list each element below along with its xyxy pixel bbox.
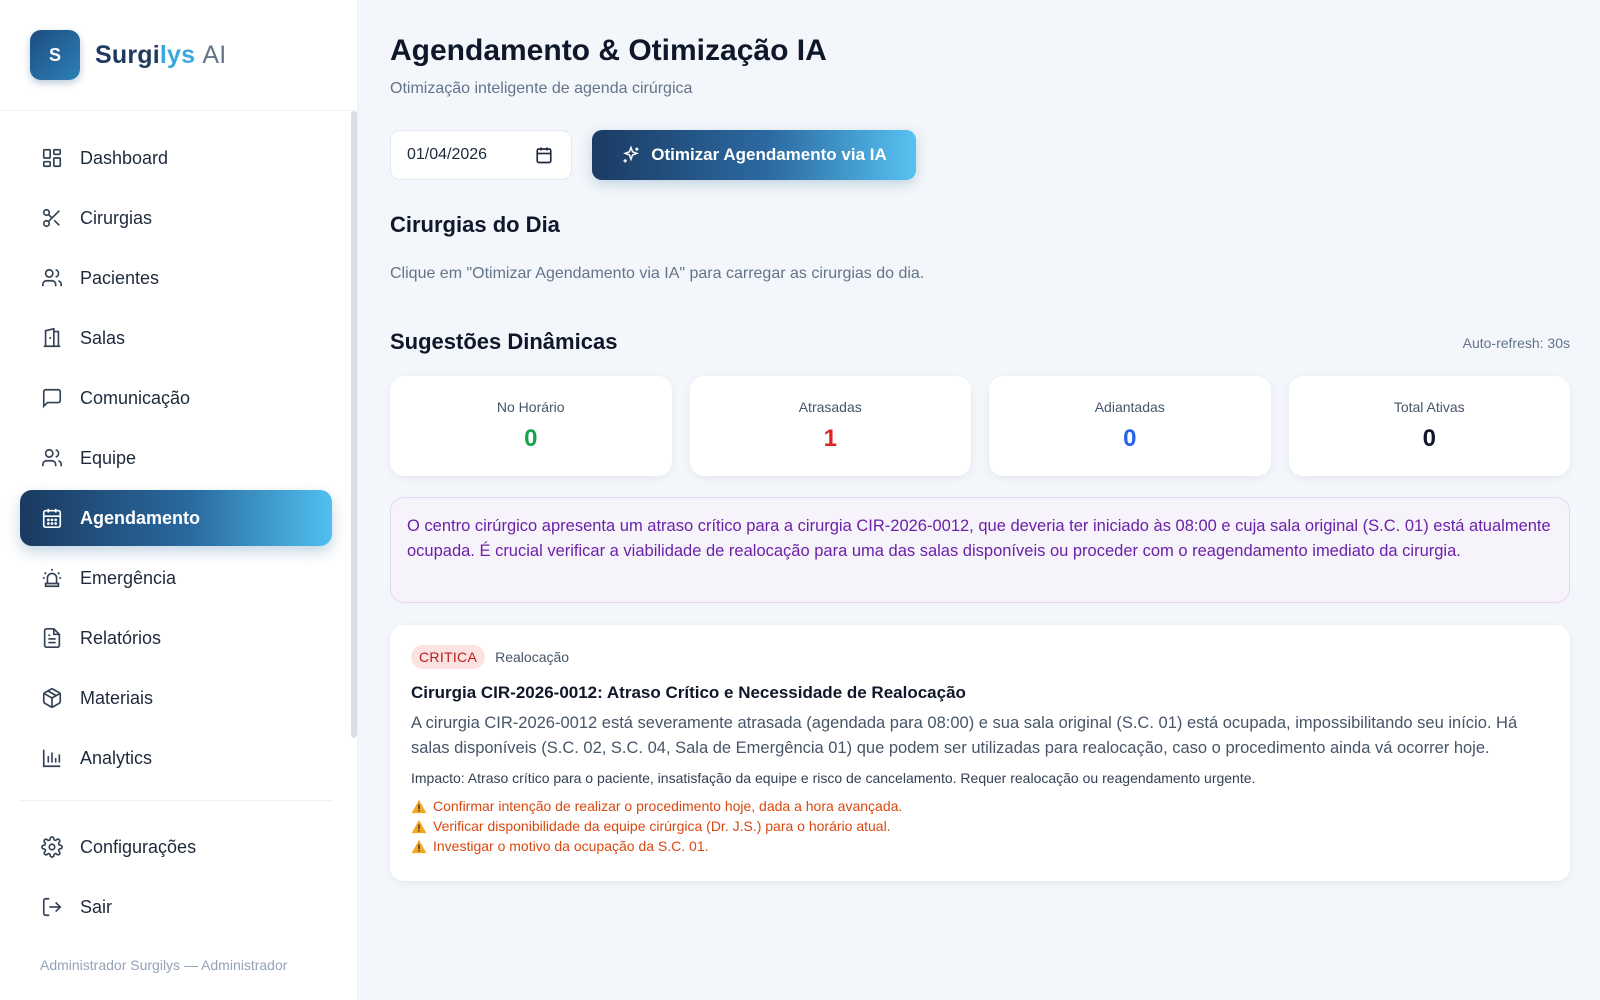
sidebar: S Surgilys AI Dashboard Cirurgias Pacien…	[0, 0, 358, 1000]
calendar-picker-icon[interactable]	[535, 146, 553, 169]
file-text-icon	[40, 626, 64, 650]
suggestion-type: Realocação	[495, 649, 570, 665]
sidebar-item-equipe[interactable]: Equipe	[20, 430, 332, 486]
calendar-icon	[40, 506, 64, 530]
sparkles-icon	[621, 145, 641, 165]
sidebar-item-label: Materiais	[80, 687, 154, 708]
sidebar-nav: Dashboard Cirurgias Pacientes Salas Comu…	[20, 130, 332, 790]
stat-card-total-active: Total Ativas 0	[1288, 376, 1570, 476]
brand-name-part2: lys	[159, 40, 196, 69]
sidebar-bottom-nav: Configurações Sair	[20, 800, 332, 939]
sidebar-item-label: Comunicação	[80, 387, 191, 408]
sidebar-item-cirurgias[interactable]: Cirurgias	[20, 190, 332, 246]
sidebar-item-dashboard[interactable]: Dashboard	[20, 130, 332, 186]
sidebar-item-materiais[interactable]: Materiais	[20, 670, 332, 726]
brand: S Surgilys AI	[0, 0, 357, 111]
sidebar-item-emergencia[interactable]: Emergência	[20, 550, 332, 606]
stat-value: 0	[1123, 425, 1137, 452]
suggestion-impact: Impacto: Atraso crítico para o paciente,…	[411, 770, 1256, 786]
sidebar-item-sair[interactable]: Sair	[20, 879, 332, 935]
message-icon	[40, 386, 64, 410]
suggestions-section-title: Sugestões Dinâmicas	[390, 329, 618, 354]
date-value: 01/04/2026	[407, 146, 488, 163]
action-item: Investigar o motivo da ocupação da S.C. …	[411, 836, 1549, 856]
sidebar-item-label: Agendamento	[80, 507, 201, 528]
warning-icon	[411, 819, 427, 834]
sidebar-item-analytics[interactable]: Analytics	[20, 730, 332, 786]
stat-label: No Horário	[496, 399, 565, 415]
bar-chart-icon	[40, 746, 64, 770]
stat-label: Adiantadas	[1094, 399, 1165, 415]
logout-icon	[40, 895, 64, 919]
stat-value: 0	[1422, 425, 1436, 452]
current-user: Administrador Surgilys — Administrador	[40, 957, 288, 973]
siren-icon	[40, 566, 64, 590]
page-title: Agendamento & Otimização IA	[390, 34, 827, 67]
sidebar-item-label: Sair	[80, 896, 113, 917]
brand-name-part1: Surgi	[95, 40, 160, 69]
sidebar-item-label: Pacientes	[80, 267, 160, 288]
surgeries-hint: Clique em "Otimizar Agendamento via IA" …	[390, 265, 925, 282]
stat-label: Atrasadas	[798, 399, 862, 415]
sidebar-item-label: Cirurgias	[80, 207, 153, 228]
stat-card-ahead: Adiantadas 0	[989, 376, 1271, 476]
dashboard-icon	[40, 146, 64, 170]
sidebar-item-configuracoes[interactable]: Configurações	[20, 819, 332, 875]
brand-name-suffix: AI	[202, 40, 227, 69]
surgeries-section-title: Cirurgias do Dia	[390, 212, 560, 237]
action-text: Confirmar intenção de realizar o procedi…	[433, 798, 903, 814]
stat-card-on-time: No Horário 0	[390, 376, 672, 476]
warning-icon	[411, 839, 427, 854]
sidebar-item-label: Dashboard	[80, 147, 169, 168]
warning-icon	[411, 799, 427, 814]
door-icon	[40, 326, 64, 350]
sidebar-item-label: Configurações	[80, 836, 197, 857]
suggestion-title: Cirurgia CIR-2026-0012: Atraso Crítico e…	[411, 683, 966, 702]
users-icon	[40, 266, 64, 290]
sidebar-item-label: Analytics	[80, 747, 153, 768]
sidebar-item-pacientes[interactable]: Pacientes	[20, 250, 332, 306]
action-text: Verificar disponibilidade da equipe cirú…	[433, 818, 891, 834]
sidebar-item-label: Relatórios	[80, 627, 162, 648]
sidebar-scrollbar[interactable]	[351, 111, 357, 738]
action-text: Investigar o motivo da ocupação da S.C. …	[433, 838, 709, 854]
package-icon	[40, 686, 64, 710]
sidebar-item-comunicacao[interactable]: Comunicação	[20, 370, 332, 426]
auto-refresh-indicator: Auto-refresh: 30s	[1462, 335, 1570, 351]
sidebar-item-relatorios[interactable]: Relatórios	[20, 610, 332, 666]
ai-summary-alert: O centro cirúrgico apresenta um atraso c…	[390, 497, 1570, 603]
suggestion-description: A cirurgia CIR-2026-0012 está severament…	[411, 714, 1518, 757]
optimize-schedule-button[interactable]: Otimizar Agendamento via IA	[592, 130, 916, 180]
sidebar-item-salas[interactable]: Salas	[20, 310, 332, 366]
priority-badge: CRITICA	[411, 645, 486, 669]
date-picker[interactable]: 01/04/2026	[390, 130, 572, 180]
sidebar-item-label: Equipe	[80, 447, 137, 468]
suggestion-card: CRITICA Realocação Cirurgia CIR-2026-001…	[390, 625, 1570, 881]
stats-row: No Horário 0 Atrasadas 1 Adiantadas 0 To…	[390, 376, 1570, 476]
stat-label: Total Ativas	[1393, 399, 1465, 415]
suggestion-header: CRITICA Realocação	[411, 645, 1549, 669]
sidebar-item-label: Salas	[80, 327, 126, 348]
action-item: Confirmar intenção de realizar o procedi…	[411, 796, 1549, 816]
stat-card-delayed: Atrasadas 1	[689, 376, 971, 476]
action-item: Verificar disponibilidade da equipe cirú…	[411, 816, 1549, 836]
brand-name: Surgilys AI	[95, 41, 226, 70]
team-icon	[40, 446, 64, 470]
gear-icon	[40, 835, 64, 859]
suggestion-actions: Confirmar intenção de realizar o procedi…	[411, 796, 1549, 856]
optimize-button-label: Otimizar Agendamento via IA	[651, 145, 887, 164]
sidebar-item-agendamento[interactable]: Agendamento	[20, 490, 332, 546]
stat-value: 1	[823, 425, 837, 452]
page-subtitle: Otimização inteligente de agenda cirúrgi…	[390, 80, 693, 97]
sidebar-item-label: Emergência	[80, 567, 177, 588]
stat-value: 0	[524, 425, 538, 452]
app-logo[interactable]: S	[30, 30, 80, 80]
scissors-icon	[40, 206, 64, 230]
